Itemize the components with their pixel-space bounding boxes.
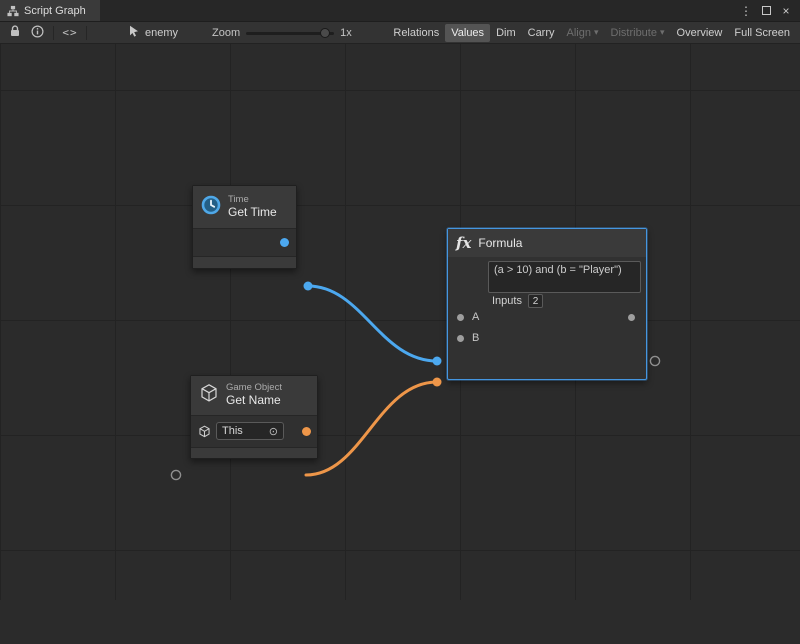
node-title: Formula bbox=[478, 236, 522, 250]
script-graph-icon bbox=[7, 5, 19, 17]
window-controls: ⋮ × bbox=[738, 0, 800, 21]
overview-button[interactable]: Overview bbox=[671, 24, 729, 42]
node-get-name-footer bbox=[191, 447, 317, 458]
lock-button[interactable] bbox=[4, 24, 26, 42]
target-value: This bbox=[222, 425, 265, 437]
align-button-label: Align bbox=[567, 27, 591, 39]
formula-input-b-wire-endpoint[interactable] bbox=[433, 378, 442, 387]
graph-breadcrumb[interactable]: enemy bbox=[128, 25, 178, 40]
clock-icon bbox=[201, 195, 221, 220]
formula-output-port[interactable] bbox=[628, 314, 635, 321]
code-icon: <> bbox=[62, 26, 77, 39]
wires-overlay bbox=[0, 88, 800, 644]
formula-output-open-port[interactable] bbox=[650, 356, 659, 365]
toolbar-button-group: Relations Values Dim Carry Align ▾ Distr… bbox=[387, 24, 796, 42]
wire-endpoint-blue[interactable] bbox=[304, 282, 313, 291]
toolbar-separator bbox=[53, 26, 54, 40]
formula-input-a-wire-endpoint[interactable] bbox=[433, 357, 442, 366]
port-a-label: A bbox=[472, 311, 479, 323]
wire-get-time-to-formula[interactable] bbox=[308, 286, 437, 361]
distribute-button: Distribute ▾ bbox=[605, 24, 671, 42]
cube-icon bbox=[198, 425, 211, 443]
chevron-down-icon: ▾ bbox=[594, 27, 599, 38]
relations-button[interactable]: Relations bbox=[387, 24, 445, 42]
node-get-time-header[interactable]: Time Get Time bbox=[193, 186, 296, 229]
node-formula[interactable]: fx Formula (a > 10) and (b = "Player") I… bbox=[447, 228, 647, 380]
cube-icon bbox=[199, 383, 219, 408]
info-icon bbox=[31, 25, 44, 41]
formula-inputs-row: Inputs 2 bbox=[492, 293, 543, 309]
kebab-menu-button[interactable]: ⋮ bbox=[738, 3, 754, 19]
port-b-label: B bbox=[472, 332, 479, 344]
cursor-icon bbox=[128, 25, 140, 40]
edit-graph-button[interactable]: <> bbox=[59, 24, 81, 42]
graph-name-label: enemy bbox=[145, 27, 178, 39]
inputs-label: Inputs bbox=[492, 295, 522, 307]
get-name-output-port[interactable] bbox=[302, 427, 311, 436]
toolbar-separator bbox=[86, 26, 87, 40]
node-get-time-body bbox=[193, 229, 296, 256]
close-button[interactable]: × bbox=[778, 3, 794, 19]
maximize-button[interactable] bbox=[758, 3, 774, 19]
title-bar: Script Graph ⋮ × bbox=[0, 0, 800, 22]
info-button[interactable] bbox=[26, 24, 48, 42]
formula-expression-input[interactable]: (a > 10) and (b = "Player") bbox=[488, 261, 641, 293]
object-picker-icon: ⊙ bbox=[269, 425, 278, 438]
formula-port-row-a: A bbox=[448, 310, 646, 326]
node-get-name-body: This ⊙ bbox=[191, 416, 317, 447]
wire-get-name-to-formula[interactable] bbox=[306, 382, 437, 475]
graph-canvas[interactable]: Time Get Time fx Formula (a > 10) and (b… bbox=[0, 44, 800, 600]
chevron-down-icon: ▾ bbox=[660, 27, 665, 38]
graph-toolbar: <> enemy Zoom 1x Relations Values Dim Ca… bbox=[0, 22, 800, 44]
formula-port-row-b: B bbox=[448, 331, 646, 347]
formula-input-a-port[interactable] bbox=[457, 314, 464, 321]
get-name-input-open-port[interactable] bbox=[171, 470, 180, 479]
dim-button[interactable]: Dim bbox=[490, 24, 522, 42]
node-get-time[interactable]: Time Get Time bbox=[192, 185, 297, 269]
formula-fx-icon: fx bbox=[456, 234, 471, 252]
align-button: Align ▾ bbox=[561, 24, 605, 42]
zoom-slider[interactable] bbox=[246, 26, 334, 40]
node-get-name-header[interactable]: Game Object Get Name bbox=[191, 376, 317, 416]
node-category: Time bbox=[228, 195, 277, 206]
tab-script-graph[interactable]: Script Graph bbox=[0, 0, 100, 21]
node-title: Get Name bbox=[226, 394, 282, 408]
zoom-value: 1x bbox=[340, 27, 352, 39]
node-title: Get Time bbox=[228, 206, 277, 220]
tab-label: Script Graph bbox=[24, 5, 86, 17]
zoom-label: Zoom bbox=[212, 27, 240, 39]
carry-button[interactable]: Carry bbox=[522, 24, 561, 42]
node-formula-header[interactable]: fx Formula bbox=[448, 229, 646, 257]
zoom-slider-handle[interactable] bbox=[320, 28, 330, 38]
node-get-time-footer bbox=[193, 256, 296, 268]
get-time-output-port[interactable] bbox=[280, 238, 289, 247]
formula-input-b-port[interactable] bbox=[457, 335, 464, 342]
distribute-button-label: Distribute bbox=[611, 27, 657, 39]
maximize-icon bbox=[762, 6, 771, 15]
fullscreen-button[interactable]: Full Screen bbox=[728, 24, 796, 42]
values-button[interactable]: Values bbox=[445, 24, 490, 42]
target-object-dropdown[interactable]: This ⊙ bbox=[216, 422, 284, 440]
formula-inputs-count-input[interactable]: 2 bbox=[528, 294, 543, 308]
node-get-name[interactable]: Game Object Get Name This ⊙ bbox=[190, 375, 318, 459]
lock-icon bbox=[9, 25, 21, 41]
